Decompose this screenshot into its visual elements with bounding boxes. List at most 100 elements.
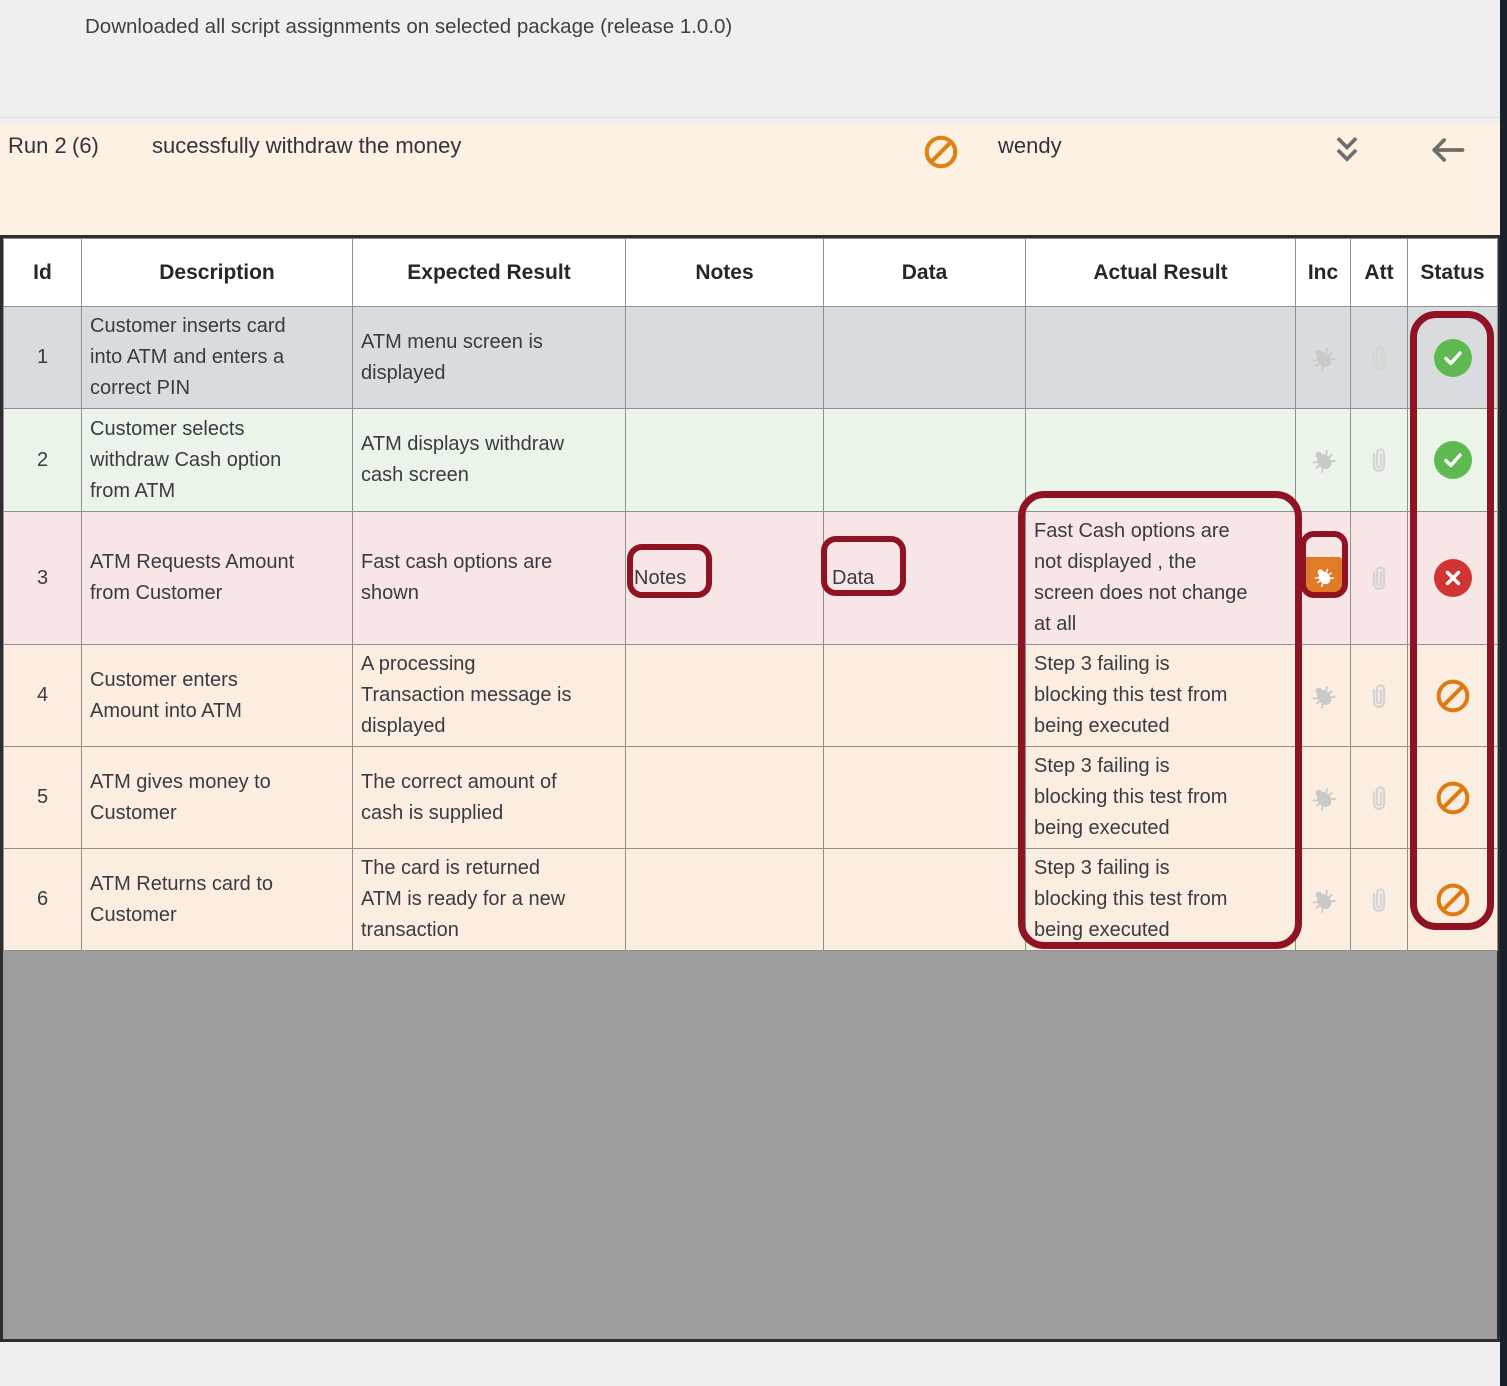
bug-icon xyxy=(1302,675,1344,717)
test-steps-table: Id Description Expected Result Notes Dat… xyxy=(3,238,1498,951)
step-data[interactable] xyxy=(824,645,1026,747)
step-notes[interactable] xyxy=(626,409,824,512)
step-actual-result: Step 3 failing is blocking this test fro… xyxy=(1026,747,1296,849)
col-header-data: Data xyxy=(824,239,1026,307)
col-header-id: Id xyxy=(4,239,82,307)
status-cell[interactable] xyxy=(1408,512,1498,645)
no-entry-icon xyxy=(1433,778,1473,818)
double-chevron-down-icon[interactable] xyxy=(1330,133,1364,167)
step-expected-result: The card is returned ATM is ready for a … xyxy=(353,849,626,951)
step-id: 2 xyxy=(4,409,82,512)
bottom-strip xyxy=(0,1342,1500,1386)
right-edge-strip xyxy=(1500,0,1507,1386)
step-notes[interactable] xyxy=(626,849,824,951)
step-data[interactable] xyxy=(824,409,1026,512)
incident-cell[interactable] xyxy=(1296,849,1351,951)
step-actual-result: Step 3 failing is blocking this test fro… xyxy=(1026,645,1296,747)
step-data[interactable] xyxy=(824,849,1026,951)
step-data-link[interactable]: Data xyxy=(824,512,1026,645)
table-row[interactable]: 4 Customer enters Amount into ATM A proc… xyxy=(4,645,1498,747)
step-description: ATM Returns card to Customer xyxy=(82,849,353,951)
step-expected-result: ATM displays withdraw cash screen xyxy=(353,409,626,512)
left-arrow-icon[interactable] xyxy=(1428,133,1466,167)
check-circle-icon xyxy=(1434,441,1472,479)
paperclip-icon xyxy=(1364,885,1394,915)
paperclip-icon xyxy=(1364,445,1394,475)
step-id: 3 xyxy=(4,512,82,645)
status-cell[interactable] xyxy=(1408,849,1498,951)
step-notes[interactable] xyxy=(626,645,824,747)
step-description: ATM gives money to Customer xyxy=(82,747,353,849)
col-header-expected-result: Expected Result xyxy=(353,239,626,307)
status-cell[interactable] xyxy=(1408,409,1498,512)
incident-cell[interactable] xyxy=(1296,512,1351,645)
bug-icon xyxy=(1302,439,1344,481)
check-circle-icon xyxy=(1434,339,1472,377)
status-cell[interactable] xyxy=(1408,307,1498,409)
paperclip-icon xyxy=(1364,343,1394,373)
paperclip-icon xyxy=(1364,563,1394,593)
table-row[interactable]: 2 Customer selects withdraw Cash option … xyxy=(4,409,1498,512)
download-status-message: Downloaded all script assignments on sel… xyxy=(85,15,732,39)
step-actual-result xyxy=(1026,409,1296,512)
incident-cell[interactable] xyxy=(1296,307,1351,409)
status-cell[interactable] xyxy=(1408,645,1498,747)
step-expected-result: The correct amount of cash is supplied xyxy=(353,747,626,849)
table-header-row: Id Description Expected Result Notes Dat… xyxy=(4,239,1498,307)
incident-cell[interactable] xyxy=(1296,645,1351,747)
step-id: 4 xyxy=(4,645,82,747)
step-actual-result xyxy=(1026,307,1296,409)
test-steps-grid: Id Description Expected Result Notes Dat… xyxy=(0,235,1500,1342)
bug-icon-active[interactable] xyxy=(1304,557,1342,595)
step-data[interactable] xyxy=(824,747,1026,849)
run-title: sucessfully withdraw the money xyxy=(152,133,461,159)
col-header-att: Att xyxy=(1351,239,1408,307)
x-circle-icon xyxy=(1434,559,1472,597)
step-id: 6 xyxy=(4,849,82,951)
attachment-cell[interactable] xyxy=(1351,512,1408,645)
col-header-status: Status xyxy=(1408,239,1498,307)
incident-cell[interactable] xyxy=(1296,409,1351,512)
step-description: Customer selects withdraw Cash option fr… xyxy=(82,409,353,512)
step-notes[interactable] xyxy=(626,307,824,409)
col-header-notes: Notes xyxy=(626,239,824,307)
attachment-cell[interactable] xyxy=(1351,307,1408,409)
step-data[interactable] xyxy=(824,307,1026,409)
step-expected-result: A processing Transaction message is disp… xyxy=(353,645,626,747)
incident-cell[interactable] xyxy=(1296,747,1351,849)
step-description: Customer enters Amount into ATM xyxy=(82,645,353,747)
step-notes-link[interactable]: Notes xyxy=(626,512,824,645)
step-notes[interactable] xyxy=(626,747,824,849)
attachment-cell[interactable] xyxy=(1351,747,1408,849)
step-expected-result: Fast cash options are shown xyxy=(353,512,626,645)
table-row[interactable]: 1 Customer inserts card into ATM and ent… xyxy=(4,307,1498,409)
paperclip-icon xyxy=(1364,783,1394,813)
paperclip-icon xyxy=(1364,681,1394,711)
bug-icon xyxy=(1302,879,1344,921)
no-entry-icon xyxy=(922,133,960,171)
table-row[interactable]: 6 ATM Returns card to Customer The card … xyxy=(4,849,1498,951)
no-entry-icon xyxy=(1433,676,1473,716)
run-label: Run 2 xyxy=(8,133,67,159)
step-actual-result: Fast Cash options are not displayed , th… xyxy=(1026,512,1296,645)
table-row[interactable]: 3 ATM Requests Amount from Customer Fast… xyxy=(4,512,1498,645)
attachment-cell[interactable] xyxy=(1351,849,1408,951)
run-step-count: (6) xyxy=(72,133,99,159)
step-id: 5 xyxy=(4,747,82,849)
test-run-screen: Downloaded all script assignments on sel… xyxy=(0,0,1507,1386)
step-id: 1 xyxy=(4,307,82,409)
col-header-description: Description xyxy=(82,239,353,307)
status-cell[interactable] xyxy=(1408,747,1498,849)
step-description: Customer inserts card into ATM and enter… xyxy=(82,307,353,409)
bug-icon xyxy=(1302,777,1344,819)
attachment-cell[interactable] xyxy=(1351,645,1408,747)
step-expected-result: ATM menu screen is displayed xyxy=(353,307,626,409)
col-header-inc: Inc xyxy=(1296,239,1351,307)
top-status-bar: Downloaded all script assignments on sel… xyxy=(0,0,1500,118)
col-header-actual-result: Actual Result xyxy=(1026,239,1296,307)
bug-icon xyxy=(1302,337,1344,379)
table-row[interactable]: 5 ATM gives money to Customer The correc… xyxy=(4,747,1498,849)
attachment-cell[interactable] xyxy=(1351,409,1408,512)
run-header-bar: Run 2 (6) sucessfully withdraw the money… xyxy=(0,125,1500,235)
step-description: ATM Requests Amount from Customer xyxy=(82,512,353,645)
